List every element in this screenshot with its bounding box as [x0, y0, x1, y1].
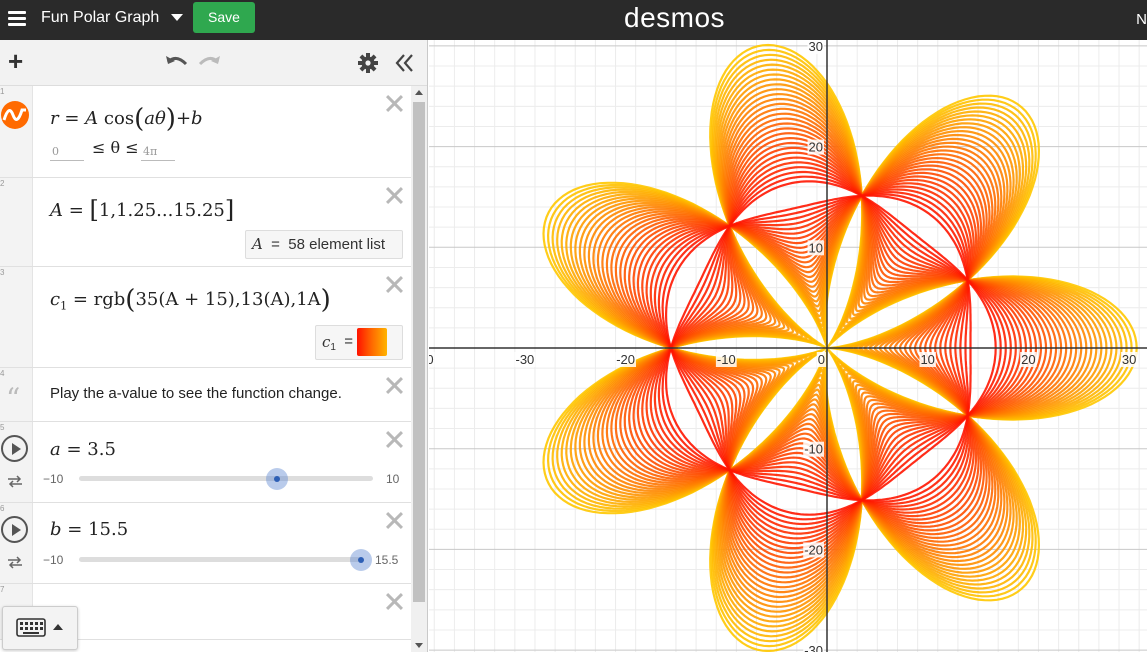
delete-expression-icon[interactable] [385, 430, 403, 448]
color-result: c1 = [315, 325, 403, 360]
expression-row[interactable]: 1 r = A cos(aθ)+b 0 ≤ θ ≤ 4π [0, 86, 411, 178]
delete-expression-icon[interactable] [385, 592, 403, 610]
x-tick-label: -30 [516, 352, 535, 367]
expression-number: 4 [0, 369, 5, 378]
slider-max-label[interactable]: 10 [386, 472, 399, 486]
color-definition[interactable]: c1 = rgb(35(A + 15),13(A),1A) [50, 285, 331, 315]
y-tick-label: -30 [804, 643, 823, 652]
y-tick-label: 10 [809, 240, 823, 255]
slider-track[interactable] [79, 557, 361, 562]
domain-max-input[interactable]: 4π [141, 141, 175, 161]
note-row[interactable]: 4 “ Play the a-value to see the function… [0, 368, 411, 422]
slider-thumb[interactable] [350, 549, 372, 571]
list-definition[interactable]: A = [1,1.25...15.25] [50, 196, 234, 224]
delete-expression-icon[interactable] [385, 186, 403, 204]
play-icon[interactable] [1, 516, 28, 543]
loop-icon[interactable] [7, 555, 23, 569]
scroll-thumb[interactable] [413, 102, 425, 602]
gear-icon[interactable] [358, 53, 378, 73]
slider-thumb[interactable] [266, 468, 289, 490]
graph-canvas[interactable]: -40 -30 -20 -10 0 10 20 30 30 20 10 -10 -20 -30 [429, 40, 1147, 652]
header-right-text[interactable]: N [1136, 11, 1147, 28]
redo-icon[interactable] [198, 52, 222, 72]
x-tick-label: -10 [717, 352, 736, 367]
expression-number: 3 [0, 268, 5, 277]
expression-number: 1 [0, 87, 5, 96]
expression-panel: + 1 r = A cos(aθ)+b 0 ≤ θ ≤ 4π 2 A = [1,… [0, 40, 428, 652]
delete-expression-icon[interactable] [385, 511, 403, 529]
play-icon[interactable] [1, 435, 28, 462]
slider-min-label[interactable]: −10 [43, 472, 63, 486]
y-tick-label: -20 [804, 542, 823, 557]
slider-max-label[interactable]: 15.5 [375, 553, 398, 567]
slider-row-a[interactable]: 5 a = 3.5 −10 10 [0, 422, 411, 503]
expression-number: 5 [0, 423, 5, 432]
expression-gutter: 6 [0, 503, 33, 583]
caret-down-icon[interactable] [171, 14, 183, 21]
x-tick-label: 20 [1021, 352, 1035, 367]
quote-icon: “ [6, 382, 21, 415]
hamburger-icon[interactable] [8, 11, 26, 27]
graph-paper[interactable]: -40 -30 -20 -10 0 10 20 30 30 20 10 -10 -20 -30 [429, 40, 1147, 652]
expression-number: 7 [0, 585, 5, 594]
expression-gutter: 5 [0, 422, 33, 502]
save-button[interactable]: Save [193, 2, 255, 33]
expression-gutter: 4 “ [0, 368, 33, 421]
scroll-down-icon[interactable] [415, 643, 423, 648]
plus-icon[interactable]: + [8, 48, 28, 74]
slider-row-b[interactable]: 6 b = 15.5 −10 15.5 [0, 503, 411, 584]
desmos-logo: desmos [624, 2, 726, 33]
x-tick-label: 10 [920, 352, 934, 367]
expression-number: 6 [0, 504, 5, 513]
expression-row[interactable]: 3 c1 = rgb(35(A + 15),13(A),1A) c1 = [0, 267, 411, 368]
delete-expression-icon[interactable] [385, 376, 403, 394]
loop-icon[interactable] [7, 474, 23, 488]
slider-equation-b[interactable]: b = 15.5 [50, 519, 128, 540]
list-result: A = 58 element list [245, 230, 403, 259]
graph-title[interactable]: Fun Polar Graph [41, 9, 159, 27]
keyboard-icon [16, 618, 63, 637]
note-text[interactable]: Play the a-value to see the function cha… [50, 385, 342, 402]
slider-min-label[interactable]: −10 [43, 553, 63, 567]
x-tick-label: -20 [616, 352, 635, 367]
expression-gutter: 2 [0, 178, 33, 266]
expression-row[interactable]: 2 A = [1,1.25...15.25] A = 58 element li… [0, 178, 411, 267]
top-header: Fun Polar Graph Save desmos N [0, 0, 1147, 40]
y-tick-label: 20 [809, 140, 823, 155]
x-tick-label: 30 [1122, 352, 1136, 367]
graph-color-icon[interactable] [0, 100, 31, 130]
domain-label: ≤ θ ≤ [92, 138, 139, 157]
double-chevron-left-icon[interactable] [394, 52, 414, 74]
delete-expression-icon[interactable] [385, 275, 403, 293]
x-tick-label: 0 [818, 352, 825, 367]
expression-number: 2 [0, 179, 5, 188]
panel-toolbar: + [0, 40, 427, 86]
y-tick-label: 30 [809, 40, 823, 54]
scrollbar[interactable] [411, 86, 427, 652]
color-swatch [357, 328, 388, 356]
expression-gutter: 1 [0, 86, 33, 177]
undo-icon[interactable] [164, 52, 188, 72]
expression-gutter: 3 [0, 267, 33, 367]
x-tick-label: -40 [429, 352, 434, 367]
polar-equation[interactable]: r = A cos(aθ)+b [50, 104, 203, 134]
slider-track[interactable] [79, 476, 373, 481]
y-tick-label: -10 [804, 442, 823, 457]
scroll-up-icon[interactable] [415, 90, 423, 95]
delete-expression-icon[interactable] [385, 94, 403, 112]
domain-min-input[interactable]: 0 [50, 141, 84, 161]
keyboard-toggle-button[interactable] [2, 606, 78, 650]
slider-equation-a[interactable]: a = 3.5 [50, 439, 116, 460]
